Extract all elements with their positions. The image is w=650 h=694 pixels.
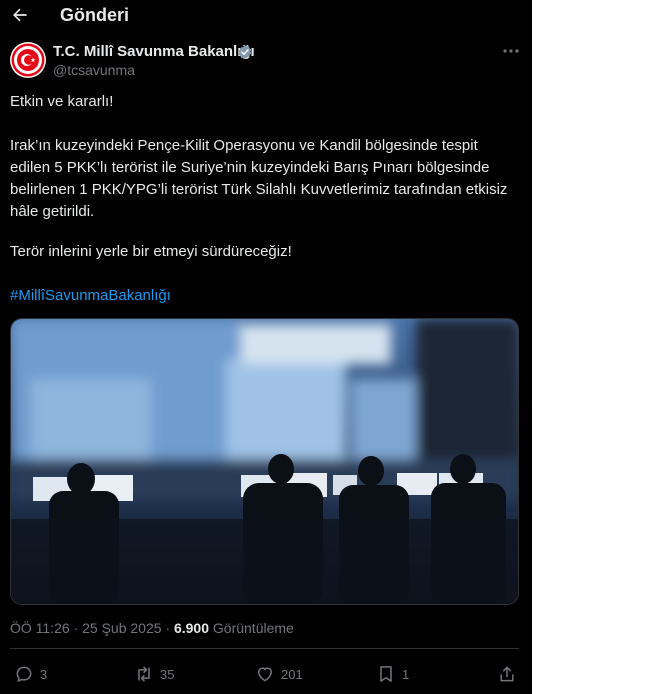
view-label: Görüntüleme (209, 620, 294, 636)
bookmark-button[interactable]: 1 (376, 664, 409, 684)
author-handle[interactable]: @tcsavunma (53, 62, 135, 78)
avatar[interactable] (10, 42, 46, 78)
share-icon (500, 666, 514, 682)
tweet-meta: ÖÖ 11:26 · 25 Şub 2025 · 6.900 Görüntüle… (10, 620, 294, 636)
reply-count: 3 (40, 666, 48, 682)
tweet-paragraph-2: Irak’ın kuzeyindeki Pençe-Kilit Operasyo… (10, 137, 508, 220)
heart-icon (258, 667, 272, 682)
hashtag-link[interactable]: #MillîSavunmaBakanlığı (10, 285, 515, 307)
divider (10, 648, 519, 649)
like-button[interactable]: 201 (255, 664, 303, 684)
share-button[interactable] (497, 664, 517, 684)
timestamp[interactable]: ÖÖ 11:26 · 25 Şub 2025 · (10, 620, 174, 636)
repost-count: 35 (160, 666, 175, 682)
like-count: 201 (281, 666, 303, 682)
tweet-panel: Gönderi T.C. Millî Savunma Bakanlığı @tc… (0, 0, 532, 694)
tweet-media[interactable] (10, 318, 519, 605)
back-arrow-icon[interactable] (10, 5, 30, 25)
reply-button[interactable]: 3 (14, 664, 47, 684)
header: Gönderi (0, 0, 532, 32)
page-title: Gönderi (60, 5, 130, 25)
operations-room-image (11, 319, 518, 604)
tweet-line-3: Terör inlerini yerle bir etmeyi sürdürec… (10, 243, 292, 260)
view-count: 6.900 (173, 620, 209, 636)
repost-button[interactable]: 35 (134, 664, 174, 684)
more-options-icon[interactable] (501, 43, 521, 59)
reply-icon (16, 666, 32, 682)
author-name[interactable]: T.C. Millî Savunma Bakanlığı (53, 43, 255, 60)
bookmark-count: 1 (402, 666, 410, 682)
bookmark-icon (380, 666, 392, 682)
repost-icon (138, 666, 150, 682)
ministry-emblem-icon (11, 43, 45, 77)
verified-badge-icon (238, 45, 252, 59)
tweet-line-1: Etkin ve kararlı! (10, 93, 114, 110)
